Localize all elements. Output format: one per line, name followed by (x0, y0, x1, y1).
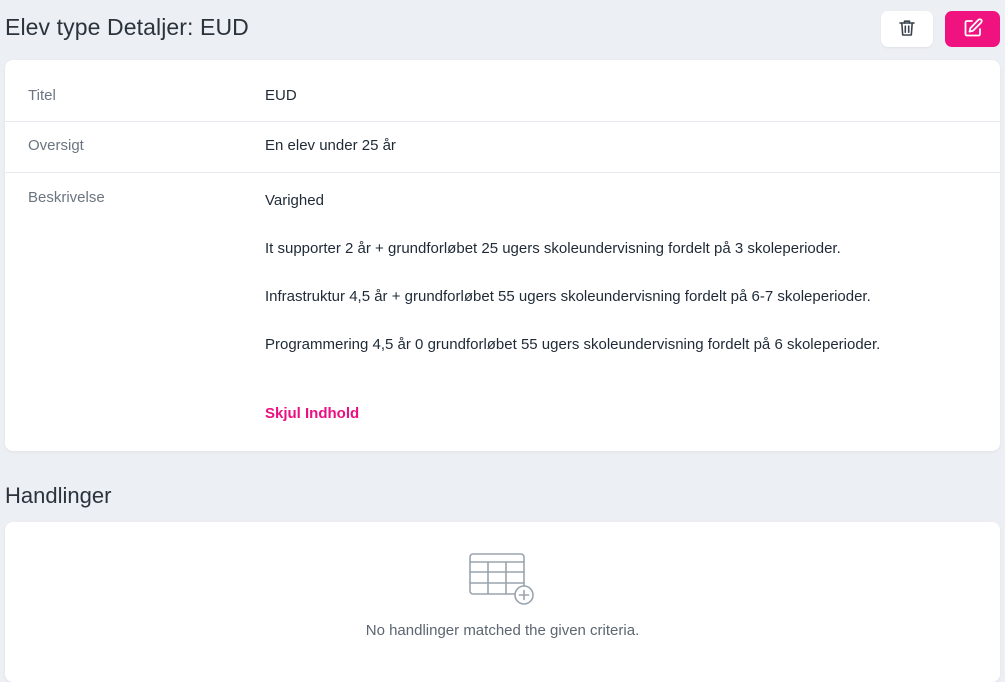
actions-section-title: Handlinger (5, 483, 112, 508)
page-title: Elev type Detaljer: EUD (5, 14, 249, 40)
trash-icon (897, 18, 917, 41)
edit-button[interactable] (945, 11, 1000, 47)
table-add-icon (469, 552, 541, 613)
detail-value: En elev under 25 år (265, 137, 396, 154)
page-header: Elev type Detaljer: EUD (0, 0, 1005, 58)
details-card: Titel EUD Oversigt En elev under 25 år B… (5, 60, 1000, 451)
description-heading: Varighed (265, 192, 324, 209)
detail-label: Titel (28, 87, 56, 104)
detail-label: Beskrivelse (28, 189, 105, 206)
empty-state-message: No handlinger matched the given criteria… (365, 622, 640, 639)
hide-content-link[interactable]: Skjul Indhold (265, 405, 359, 422)
description-line: Infrastruktur 4,5 år + grundforløbet 55 … (265, 288, 871, 305)
description-line: Programmering 4,5 år 0 grundforløbet 55 … (265, 336, 881, 353)
detail-value: EUD (265, 87, 297, 104)
detail-label: Oversigt (28, 137, 84, 154)
actions-card: No handlinger matched the given criteria… (5, 522, 1000, 682)
delete-button[interactable] (881, 11, 933, 47)
description-line: It supporter 2 år + grundforløbet 25 uge… (265, 240, 841, 257)
detail-row-title: Titel EUD (5, 60, 1000, 122)
detail-row-overview: Oversigt En elev under 25 år (5, 121, 1000, 173)
detail-row-description: Beskrivelse Varighed It supporter 2 år +… (5, 172, 1000, 451)
edit-icon (962, 17, 984, 42)
